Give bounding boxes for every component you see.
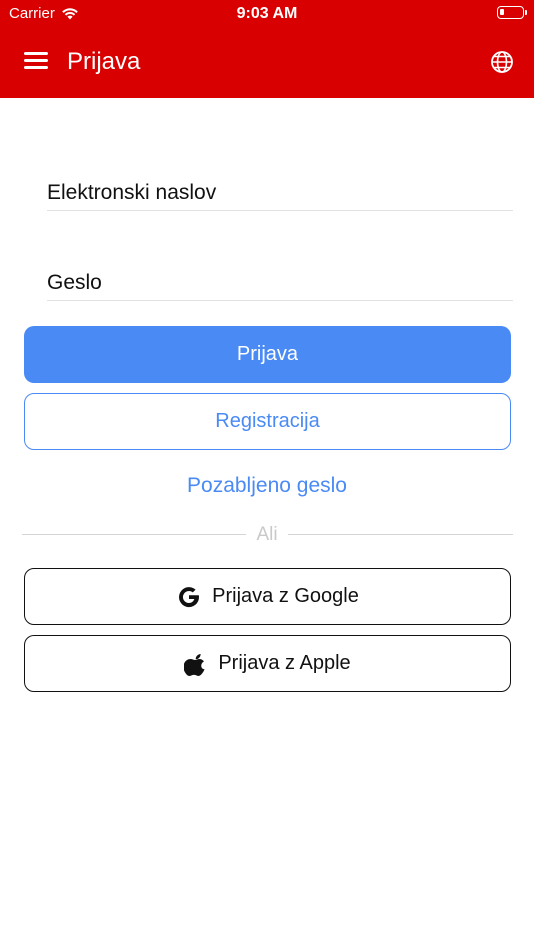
google-login-button[interactable]: Prijava z Google	[24, 568, 511, 625]
battery-icon	[497, 6, 527, 19]
register-button-label: Registracija	[215, 410, 320, 432]
forgot-password-link[interactable]: Pozabljeno geslo	[0, 474, 534, 498]
app-header: Carrier 9:03 AM Prijava	[0, 0, 534, 98]
status-time: 9:03 AM	[236, 5, 298, 22]
email-input[interactable]	[47, 152, 513, 222]
page-title: Prijava	[67, 48, 141, 75]
login-button[interactable]: Prijava	[24, 326, 511, 383]
login-button-label: Prijava	[236, 343, 299, 365]
password-field[interactable]	[47, 242, 513, 312]
divider-right	[288, 534, 513, 535]
email-field[interactable]	[47, 152, 513, 222]
google-icon	[179, 586, 200, 607]
divider-label: Ali	[256, 524, 278, 545]
password-input[interactable]	[47, 242, 513, 312]
apple-login-button[interactable]: Prijava z Apple	[24, 635, 511, 692]
status-bar: Carrier 9:03 AM	[0, 0, 534, 28]
language-globe-icon[interactable]	[490, 50, 514, 74]
apple-login-label: Prijava z Apple	[218, 652, 351, 674]
apple-icon	[184, 653, 205, 676]
hamburger-menu-icon[interactable]	[24, 52, 48, 72]
register-button[interactable]: Registracija	[24, 393, 511, 450]
google-login-label: Prijava z Google	[212, 585, 359, 607]
